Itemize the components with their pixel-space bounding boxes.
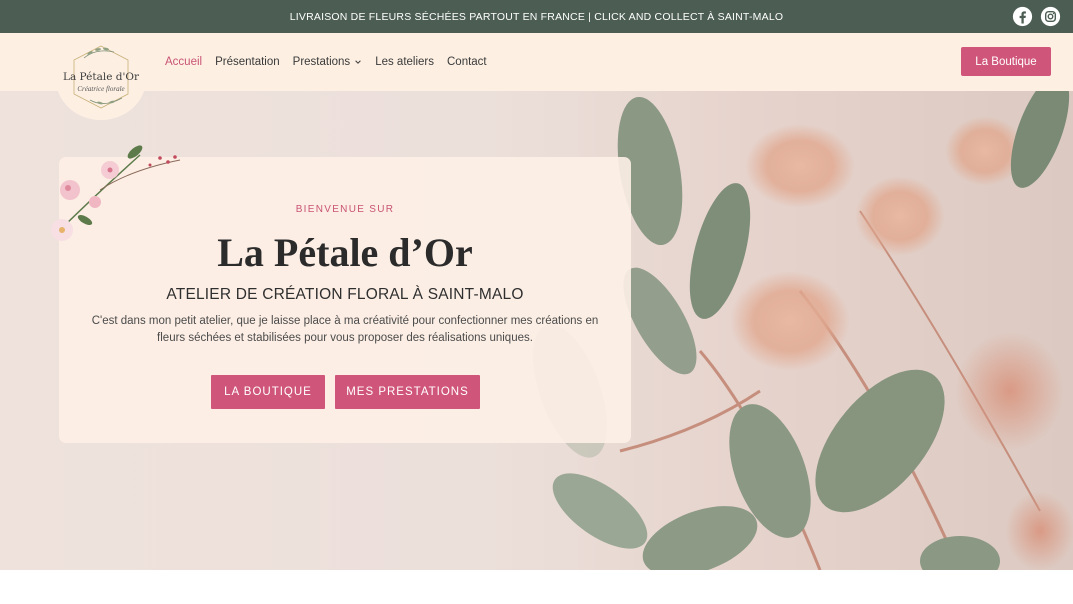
- announcement-text: LIVRAISON DE FLEURS SÉCHÉES PARTOUT EN F…: [289, 10, 784, 23]
- page-below-hero: [0, 570, 1073, 604]
- nav-item-contact[interactable]: Contact: [447, 56, 487, 68]
- hero-boutique-button[interactable]: LA BOUTIQUE: [211, 375, 325, 409]
- main-nav: Accueil Présentation Prestations Les ate…: [165, 33, 487, 91]
- logo-subtitle: Créatrice florale: [77, 85, 125, 93]
- flower-decoration-icon: [51, 145, 181, 241]
- instagram-icon[interactable]: [1040, 6, 1061, 27]
- facebook-icon[interactable]: [1012, 6, 1033, 27]
- nav-item-prestations[interactable]: Prestations: [293, 56, 363, 68]
- logo-title: La Pétale d'Or: [62, 71, 139, 83]
- nav-item-prestations-label: Prestations: [292, 56, 351, 68]
- nav-item-presentation[interactable]: Présentation: [215, 56, 280, 68]
- hero-prestations-button[interactable]: MES PRESTATIONS: [335, 375, 480, 409]
- announcement-bar: LIVRAISON DE FLEURS SÉCHÉES PARTOUT EN F…: [0, 0, 1073, 33]
- hero-description: C'est dans mon petit atelier, que je lai…: [91, 315, 599, 344]
- social-links: [1012, 6, 1061, 27]
- nav-item-accueil[interactable]: Accueil: [165, 56, 202, 68]
- hero-subtitle: ATELIER DE CRÉATION FLORAL À SAINT-MALO: [166, 286, 524, 303]
- chevron-down-icon: [355, 60, 361, 64]
- nav-item-ateliers[interactable]: Les ateliers: [375, 56, 434, 68]
- site-logo[interactable]: La Pétale d'Or Créatrice florale: [56, 38, 146, 120]
- boutique-header-button[interactable]: La Boutique: [961, 47, 1051, 76]
- site-header: Accueil Présentation Prestations Les ate…: [0, 33, 1073, 91]
